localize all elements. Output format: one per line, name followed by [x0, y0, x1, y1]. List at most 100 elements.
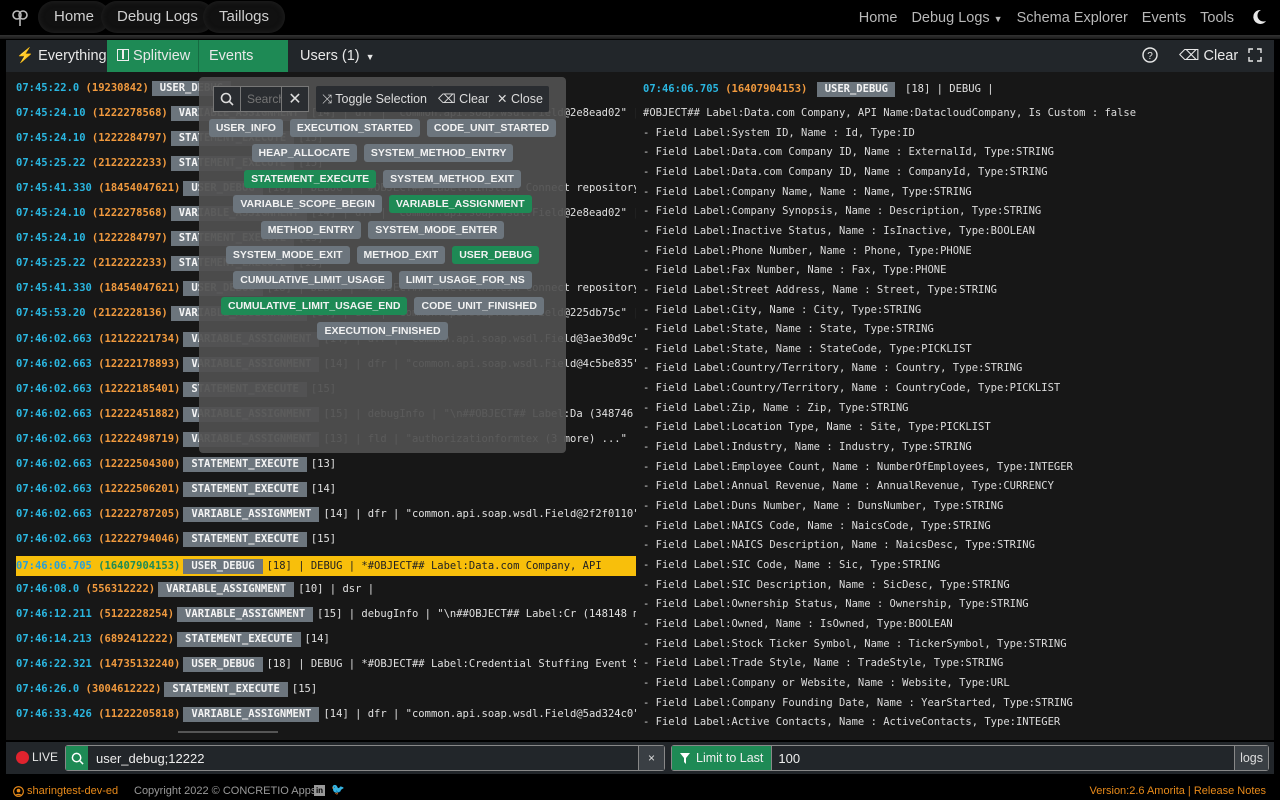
log-detail-pane: 07:46:06.705 (16407904153) USER_DEBUG [1…: [636, 72, 1274, 740]
event-filter-chip[interactable]: CODE_UNIT_FINISHED: [414, 297, 544, 315]
filter-icon: [680, 752, 690, 764]
log-row[interactable]: 07:46:22.321 (14735132240) USER_DEBUG [18]…: [16, 656, 636, 673]
separator: [0, 35, 1280, 39]
help-icon[interactable]: ?: [1142, 40, 1158, 72]
log-timestamp: 07:46:14.213: [16, 633, 92, 646]
fullscreen-icon[interactable]: [1248, 40, 1262, 72]
log-row[interactable]: 07:46:02.663 (12222794046) STATEMENT_EXEC…: [16, 531, 336, 548]
log-row[interactable]: 07:46:26.0 (3004612222) STATEMENT_EXECUTE…: [16, 681, 317, 698]
caret-down-icon: ▼: [993, 13, 1003, 24]
event-filter-chip[interactable]: SYSTEM_MODE_EXIT: [225, 246, 350, 264]
tab-debug-logs[interactable]: Debug Logs: [101, 1, 214, 33]
nav-schema-explorer[interactable]: Schema Explorer: [1017, 10, 1128, 26]
limit-input[interactable]: [771, 746, 1235, 770]
twitter-icon[interactable]: 🐦: [331, 785, 345, 796]
event-filter-chip[interactable]: STATEMENT_EXECUTE: [244, 170, 377, 188]
splitview-label: Splitview: [133, 48, 191, 64]
event-filter-chip[interactable]: VARIABLE_SCOPE_BEGIN: [233, 195, 382, 213]
bottom-filter-bar: LIVE × Limit to Last logs: [6, 742, 1274, 774]
detail-line: - Field Label:Data.com Company ID, Name …: [643, 146, 1054, 159]
log-row[interactable]: 07:46:06.705 (16407904153) USER_DEBUG [18]…: [16, 555, 636, 576]
users-label: Users (1): [300, 48, 360, 64]
log-event-badge: STATEMENT_EXECUTE: [164, 682, 288, 698]
event-filter-chip[interactable]: METHOD_ENTRY: [260, 221, 362, 239]
nav-events[interactable]: Events: [1142, 10, 1186, 26]
log-row[interactable]: 07:46:14.213 (6892412222) STATEMENT_EXECU…: [16, 631, 330, 648]
nav-home[interactable]: Home: [859, 10, 898, 26]
event-filter-chip[interactable]: EXECUTION_FINISHED: [317, 322, 448, 340]
log-row[interactable]: 07:46:02.663 (12222506201) STATEMENT_EXEC…: [16, 481, 336, 498]
popup-clear-button[interactable]: ⌫ Clear: [432, 86, 496, 112]
live-toggle[interactable]: LIVE: [16, 750, 58, 764]
event-search-input[interactable]: [240, 87, 282, 111]
event-filter-chip[interactable]: USER_INFO: [208, 119, 283, 137]
toggle-selection-button[interactable]: ⤨ Toggle Selection: [316, 86, 433, 112]
detail-line: - Field Label:SIC Description, Name : Si…: [643, 578, 1010, 591]
splitview-button[interactable]: Splitview: [107, 40, 201, 72]
everything-button[interactable]: ⚡ Everything: [6, 40, 117, 72]
log-row[interactable]: 07:46:08.0 (556312222) VARIABLE_ASSIGNMEN…: [16, 581, 374, 598]
log-search-group: ×: [65, 745, 665, 771]
log-row[interactable]: 07:46:12.211 (5122228254) VARIABLE_ASSIGN…: [16, 606, 636, 623]
event-filter-chip[interactable]: CUMULATIVE_LIMIT_USAGE: [233, 271, 392, 289]
detail-line: - Field Label:Company Name, Name : Name,…: [643, 185, 972, 198]
event-filter-chip[interactable]: EXECUTION_STARTED: [289, 119, 420, 137]
events-dropdown[interactable]: Events (4)▼: [198, 40, 288, 96]
log-message: [18] | DEBUG | *#OBJECT## Label:Credenti…: [266, 658, 636, 671]
detail-line: - Field Label:State, Name : StateCode, T…: [643, 342, 972, 355]
event-filter-chip[interactable]: CUMULATIVE_LIMIT_USAGE_END: [220, 297, 408, 315]
event-filter-chip[interactable]: CODE_UNIT_STARTED: [426, 119, 557, 137]
log-count: (1222278568): [91, 107, 168, 120]
log-count: (18454047621): [98, 282, 181, 295]
log-count: (12222451882): [98, 407, 181, 420]
chip-row: CUMULATIVE_LIMIT_USAGE LIMIT_USAGE_FOR_NS: [199, 271, 566, 289]
event-filter-chip[interactable]: SYSTEM_MODE_ENTER: [368, 221, 505, 239]
event-filter-chip[interactable]: LIMIT_USAGE_FOR_NS: [398, 271, 532, 289]
linkedin-icon[interactable]: in: [314, 785, 325, 796]
log-count: (12222506201): [98, 482, 181, 495]
popup-close-button[interactable]: ✕ Close: [491, 86, 549, 112]
event-filter-chip[interactable]: SYSTEM_METHOD_ENTRY: [363, 144, 514, 162]
log-timestamp: 07:46:12.211: [16, 608, 92, 621]
tab-taillogs[interactable]: Taillogs: [203, 1, 286, 33]
nav-debug-logs[interactable]: Debug Logs ▼: [911, 10, 1002, 26]
log-timestamp: 07:46:33.426: [16, 708, 92, 721]
log-count: (5122228254): [98, 608, 175, 621]
caret-down-icon: ▼: [365, 52, 375, 62]
detail-line: - Field Label:System ID, Name : Id, Type…: [643, 126, 915, 139]
clear-button[interactable]: ⌫ Clear: [1179, 40, 1238, 72]
log-message: [13]: [310, 457, 337, 470]
event-filter-chip[interactable]: SYSTEM_METHOD_EXIT: [383, 170, 521, 188]
log-count: (2122222233): [91, 157, 168, 170]
backspace-icon: ⌫: [1179, 48, 1200, 64]
nav-tools[interactable]: Tools: [1200, 10, 1234, 26]
users-dropdown[interactable]: Users (1) ▼: [290, 40, 385, 72]
org-user-link[interactable]: sharingtest-dev-ed: [13, 783, 118, 800]
popup-close-label: Close: [510, 92, 543, 106]
horizontal-scrollbar[interactable]: [178, 731, 278, 733]
moon-icon[interactable]: [1250, 8, 1268, 26]
log-row[interactable]: 07:46:02.663 (12222504300) STATEMENT_EXEC…: [16, 456, 336, 473]
app-logo-icon[interactable]: [10, 8, 30, 28]
version-release-notes-link[interactable]: Version:2.6 Amorita | Release Notes: [1089, 783, 1266, 800]
event-filter-chip[interactable]: VARIABLE_ASSIGNMENT: [388, 195, 532, 213]
logs-label: logs: [1234, 746, 1268, 770]
event-filter-chip[interactable]: METHOD_EXIT: [356, 246, 446, 264]
detail-header: 07:46:06.705 (16407904153) USER_DEBUG [1…: [643, 81, 994, 98]
detail-line: - Field Label:Company Synopsis, Name : D…: [643, 205, 1042, 218]
chip-row: USER_INFO EXECUTION_STARTED CODE_UNIT_STAR…: [199, 119, 566, 137]
log-row[interactable]: 07:46:33.426 (11222205818) VARIABLE_ASSIG…: [16, 706, 636, 723]
user-icon: [13, 786, 24, 797]
log-row[interactable]: 07:46:02.663 (12222787205) VARIABLE_ASSIG…: [16, 506, 636, 523]
log-event-badge: USER_DEBUG: [183, 558, 263, 574]
close-icon[interactable]: ✕: [282, 87, 308, 111]
event-filter-chip[interactable]: USER_DEBUG: [452, 246, 540, 264]
log-search-input[interactable]: [88, 746, 638, 770]
log-count: (1222284797): [91, 232, 168, 245]
event-filter-chip[interactable]: HEAP_ALLOCATE: [251, 144, 357, 162]
log-timestamp: 07:45:53.20: [16, 307, 86, 320]
log-event-badge: STATEMENT_EXECUTE: [177, 632, 301, 648]
tab-home[interactable]: Home: [38, 1, 111, 33]
detail-line: - Field Label:City, Name : City, Type:ST…: [643, 303, 922, 316]
clear-search-button[interactable]: ×: [638, 746, 664, 770]
